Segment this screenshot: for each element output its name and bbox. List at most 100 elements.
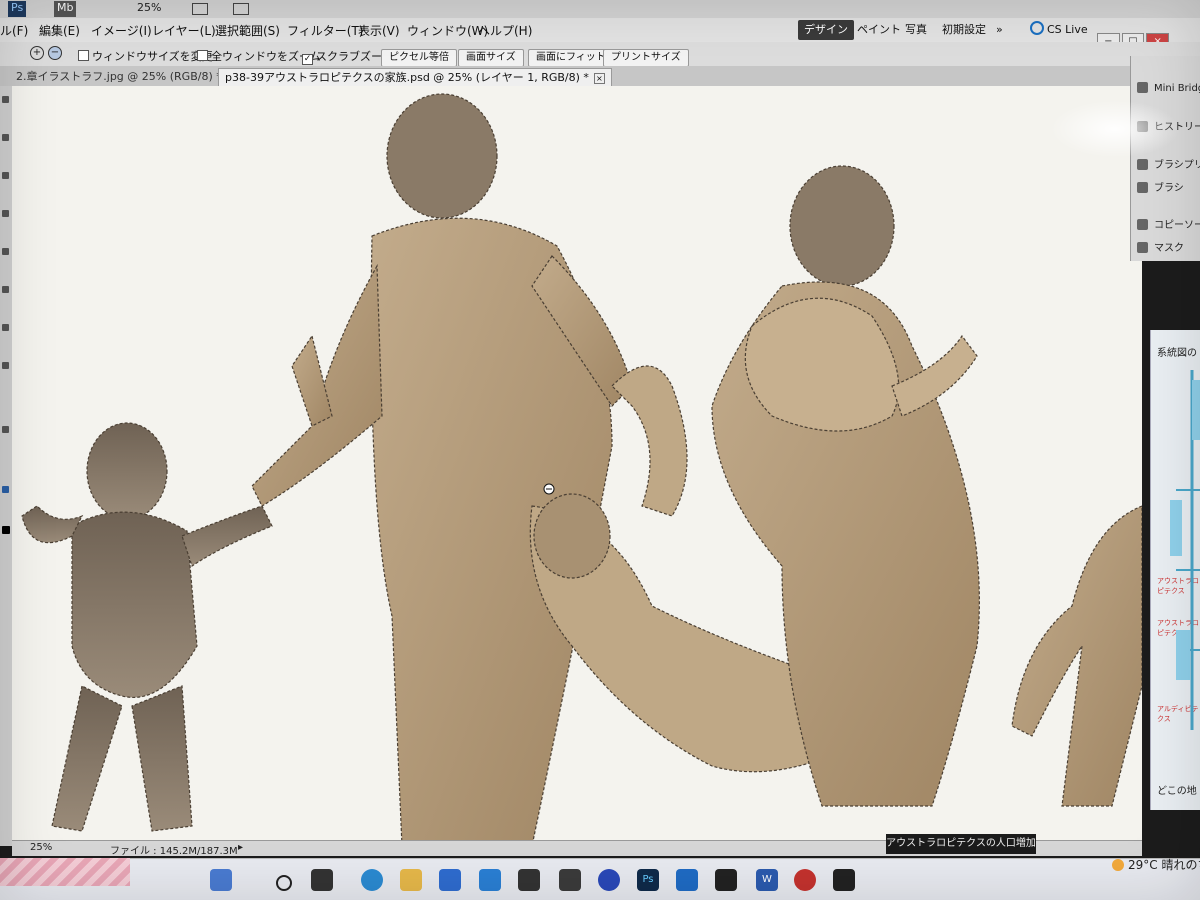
print-size-button[interactable]: プリントサイズ bbox=[603, 49, 689, 67]
menu-help[interactable]: ヘルプ(H) bbox=[478, 22, 532, 39]
artwork-illustration bbox=[21, 93, 1142, 846]
task-view-icon[interactable] bbox=[311, 869, 333, 891]
weather-text: 晴れのち bbox=[1161, 858, 1200, 872]
fill-screen-button[interactable]: 画面にフィット bbox=[528, 49, 614, 67]
screen-glare bbox=[1050, 100, 1180, 158]
collapsed-panels: Mini Bridge ヒストリー ブラシプリセ ブラシ コピーソース マスク bbox=[1130, 56, 1200, 261]
panel-label: ブラシプリセ bbox=[1154, 160, 1200, 171]
scrubby-zoom-checkbox[interactable]: ✓ スクラブズーム bbox=[302, 48, 393, 65]
outlook-icon[interactable] bbox=[676, 869, 698, 891]
marquee-tool-icon[interactable] bbox=[2, 134, 9, 141]
edge-icon[interactable] bbox=[361, 869, 383, 891]
australopith-child-figure bbox=[21, 422, 273, 832]
australopith-adult-male-figure bbox=[251, 93, 633, 846]
tab-document-1[interactable]: 2.章イラストラフ.jpg @ 25% (RGB/8) *× bbox=[10, 68, 244, 86]
panel-label: マスク bbox=[1154, 243, 1184, 254]
panel-label: コピーソース bbox=[1154, 220, 1200, 231]
move-tool-icon[interactable] bbox=[2, 96, 9, 103]
app-icon[interactable] bbox=[833, 869, 855, 891]
media-icon[interactable] bbox=[559, 869, 581, 891]
mail-icon[interactable] bbox=[479, 869, 501, 891]
word-icon[interactable]: W bbox=[756, 869, 778, 891]
document-canvas[interactable] bbox=[12, 86, 1142, 846]
photoshop-icon[interactable]: Ps bbox=[637, 869, 659, 891]
zoom-level-dropdown[interactable]: 25% bbox=[137, 1, 161, 17]
mini-bridge-icon bbox=[1137, 82, 1148, 93]
side-bottom-heading: どこの地 bbox=[1157, 786, 1197, 797]
app-icon[interactable] bbox=[518, 869, 540, 891]
type-tool-icon[interactable] bbox=[2, 324, 9, 331]
zoom-tool-icon[interactable] bbox=[2, 486, 9, 493]
menu-bar: ル(F) 編集(E) イメージ(I) レイヤー(L) 選択範囲(S) フィルター… bbox=[0, 18, 1200, 43]
mini-bridge-launch[interactable]: Mb bbox=[54, 1, 77, 17]
fit-screen-button[interactable]: 画面サイズ bbox=[458, 49, 524, 67]
tab-document-2[interactable]: p38-39アウストラロピテクスの家族.psd @ 25% (レイヤー 1, R… bbox=[218, 68, 612, 87]
menu-edit[interactable]: 編集(E) bbox=[39, 22, 80, 39]
status-file-info: ファイル : 145.2M/187.3M bbox=[110, 846, 238, 857]
document-tabs: 2.章イラストラフ.jpg @ 25% (RGB/8) *× p38-39アウス… bbox=[0, 66, 1140, 87]
application-bar: Ps Mb 25% bbox=[0, 0, 1200, 19]
menu-window[interactable]: ウィンドウ(W) bbox=[407, 22, 488, 39]
panel-brush-presets[interactable]: ブラシプリセ bbox=[1137, 156, 1200, 171]
hand-tool-icon[interactable] bbox=[2, 426, 9, 433]
more-workspaces-button[interactable]: » bbox=[990, 20, 1009, 40]
store-icon[interactable] bbox=[439, 869, 461, 891]
brush-icon bbox=[1137, 182, 1148, 193]
lasso-tool-icon[interactable] bbox=[2, 172, 9, 179]
panel-mini-bridge[interactable]: Mini Bridge bbox=[1137, 82, 1200, 94]
menu-filter[interactable]: フィルター(T) bbox=[287, 22, 363, 39]
panel-label: ブラシ bbox=[1154, 183, 1184, 194]
tab-document-2-label: p38-39アウストラロピテクスの家族.psd @ 25% (レイヤー 1, R… bbox=[225, 71, 589, 84]
cs-live-icon bbox=[1030, 21, 1044, 35]
widgets-icon[interactable] bbox=[210, 869, 232, 891]
arrange-documents-icon[interactable] bbox=[192, 3, 208, 15]
zoom-cursor-icon bbox=[543, 483, 555, 495]
close-tab-icon[interactable]: × bbox=[593, 73, 605, 84]
status-zoom-field[interactable]: 25% bbox=[30, 842, 52, 853]
brush-tool-icon[interactable] bbox=[2, 210, 9, 217]
menu-view[interactable]: 表示(V) bbox=[358, 22, 400, 39]
timeline-graphic bbox=[1170, 370, 1200, 730]
panel-brush[interactable]: ブラシ bbox=[1137, 179, 1184, 194]
australopith-partial-figure bbox=[1011, 505, 1142, 807]
menu-file[interactable]: ル(F) bbox=[0, 22, 28, 39]
panel-clone-source[interactable]: コピーソース bbox=[1137, 216, 1200, 231]
cs-live-button[interactable]: CS Live bbox=[1024, 20, 1094, 40]
status-arrow-icon[interactable]: ▸ bbox=[238, 842, 243, 853]
search-icon[interactable] bbox=[276, 875, 292, 891]
windows-taskbar: Ps W bbox=[0, 858, 1200, 900]
weather-temp: 29°C bbox=[1128, 858, 1158, 872]
screen-mode-icon[interactable] bbox=[233, 3, 249, 15]
menu-image[interactable]: イメージ(I) bbox=[91, 22, 152, 39]
eraser-tool-icon[interactable] bbox=[2, 248, 9, 255]
resize-windows-checkbox[interactable]: ウィンドウサイズを変更 bbox=[78, 48, 213, 64]
weather-widget[interactable]: 29°C 晴れのち bbox=[1112, 856, 1200, 873]
desktop-wallpaper-strip bbox=[0, 858, 130, 886]
workspace-photo[interactable]: 写真 bbox=[899, 20, 933, 40]
workspace-essentials[interactable]: 初期設定 bbox=[936, 20, 992, 40]
panel-masks[interactable]: マスク bbox=[1137, 239, 1184, 254]
path-tool-icon[interactable] bbox=[2, 362, 9, 369]
tool-options-bar: + − ウィンドウサイズを変更 全ウィンドウをズーム ✓ スクラブズーム ピクセル… bbox=[0, 42, 1200, 67]
tab-document-1-label: 2.章イラストラフ.jpg @ 25% (RGB/8) * bbox=[16, 70, 222, 83]
app-icon[interactable] bbox=[794, 869, 816, 891]
menu-select[interactable]: 選択範囲(S) bbox=[215, 22, 280, 39]
app-icon[interactable] bbox=[715, 869, 737, 891]
actual-pixels-button[interactable]: ピクセル等倍 bbox=[381, 49, 457, 67]
clone-source-icon bbox=[1137, 219, 1148, 230]
foreground-color-swatch[interactable] bbox=[2, 526, 10, 534]
panel-label: Mini Bridge bbox=[1154, 83, 1200, 94]
tooltip: アウストラロピテクスの人口増加 bbox=[886, 834, 1036, 854]
zoom-in-icon[interactable]: + bbox=[30, 46, 44, 60]
side-heading: 系統図の bbox=[1157, 348, 1197, 359]
workspace-design[interactable]: デザイン bbox=[798, 20, 854, 40]
file-explorer-icon[interactable] bbox=[400, 869, 422, 891]
app-icon[interactable] bbox=[598, 869, 620, 891]
weather-sun-icon bbox=[1112, 859, 1124, 871]
checkbox-icon bbox=[78, 50, 89, 61]
checkmark-icon: ✓ bbox=[302, 54, 313, 65]
pen-tool-icon[interactable] bbox=[2, 286, 9, 293]
ps-logo[interactable]: Ps bbox=[8, 1, 27, 17]
menu-layer[interactable]: レイヤー(L) bbox=[152, 22, 216, 39]
zoom-out-icon[interactable]: − bbox=[48, 46, 62, 60]
